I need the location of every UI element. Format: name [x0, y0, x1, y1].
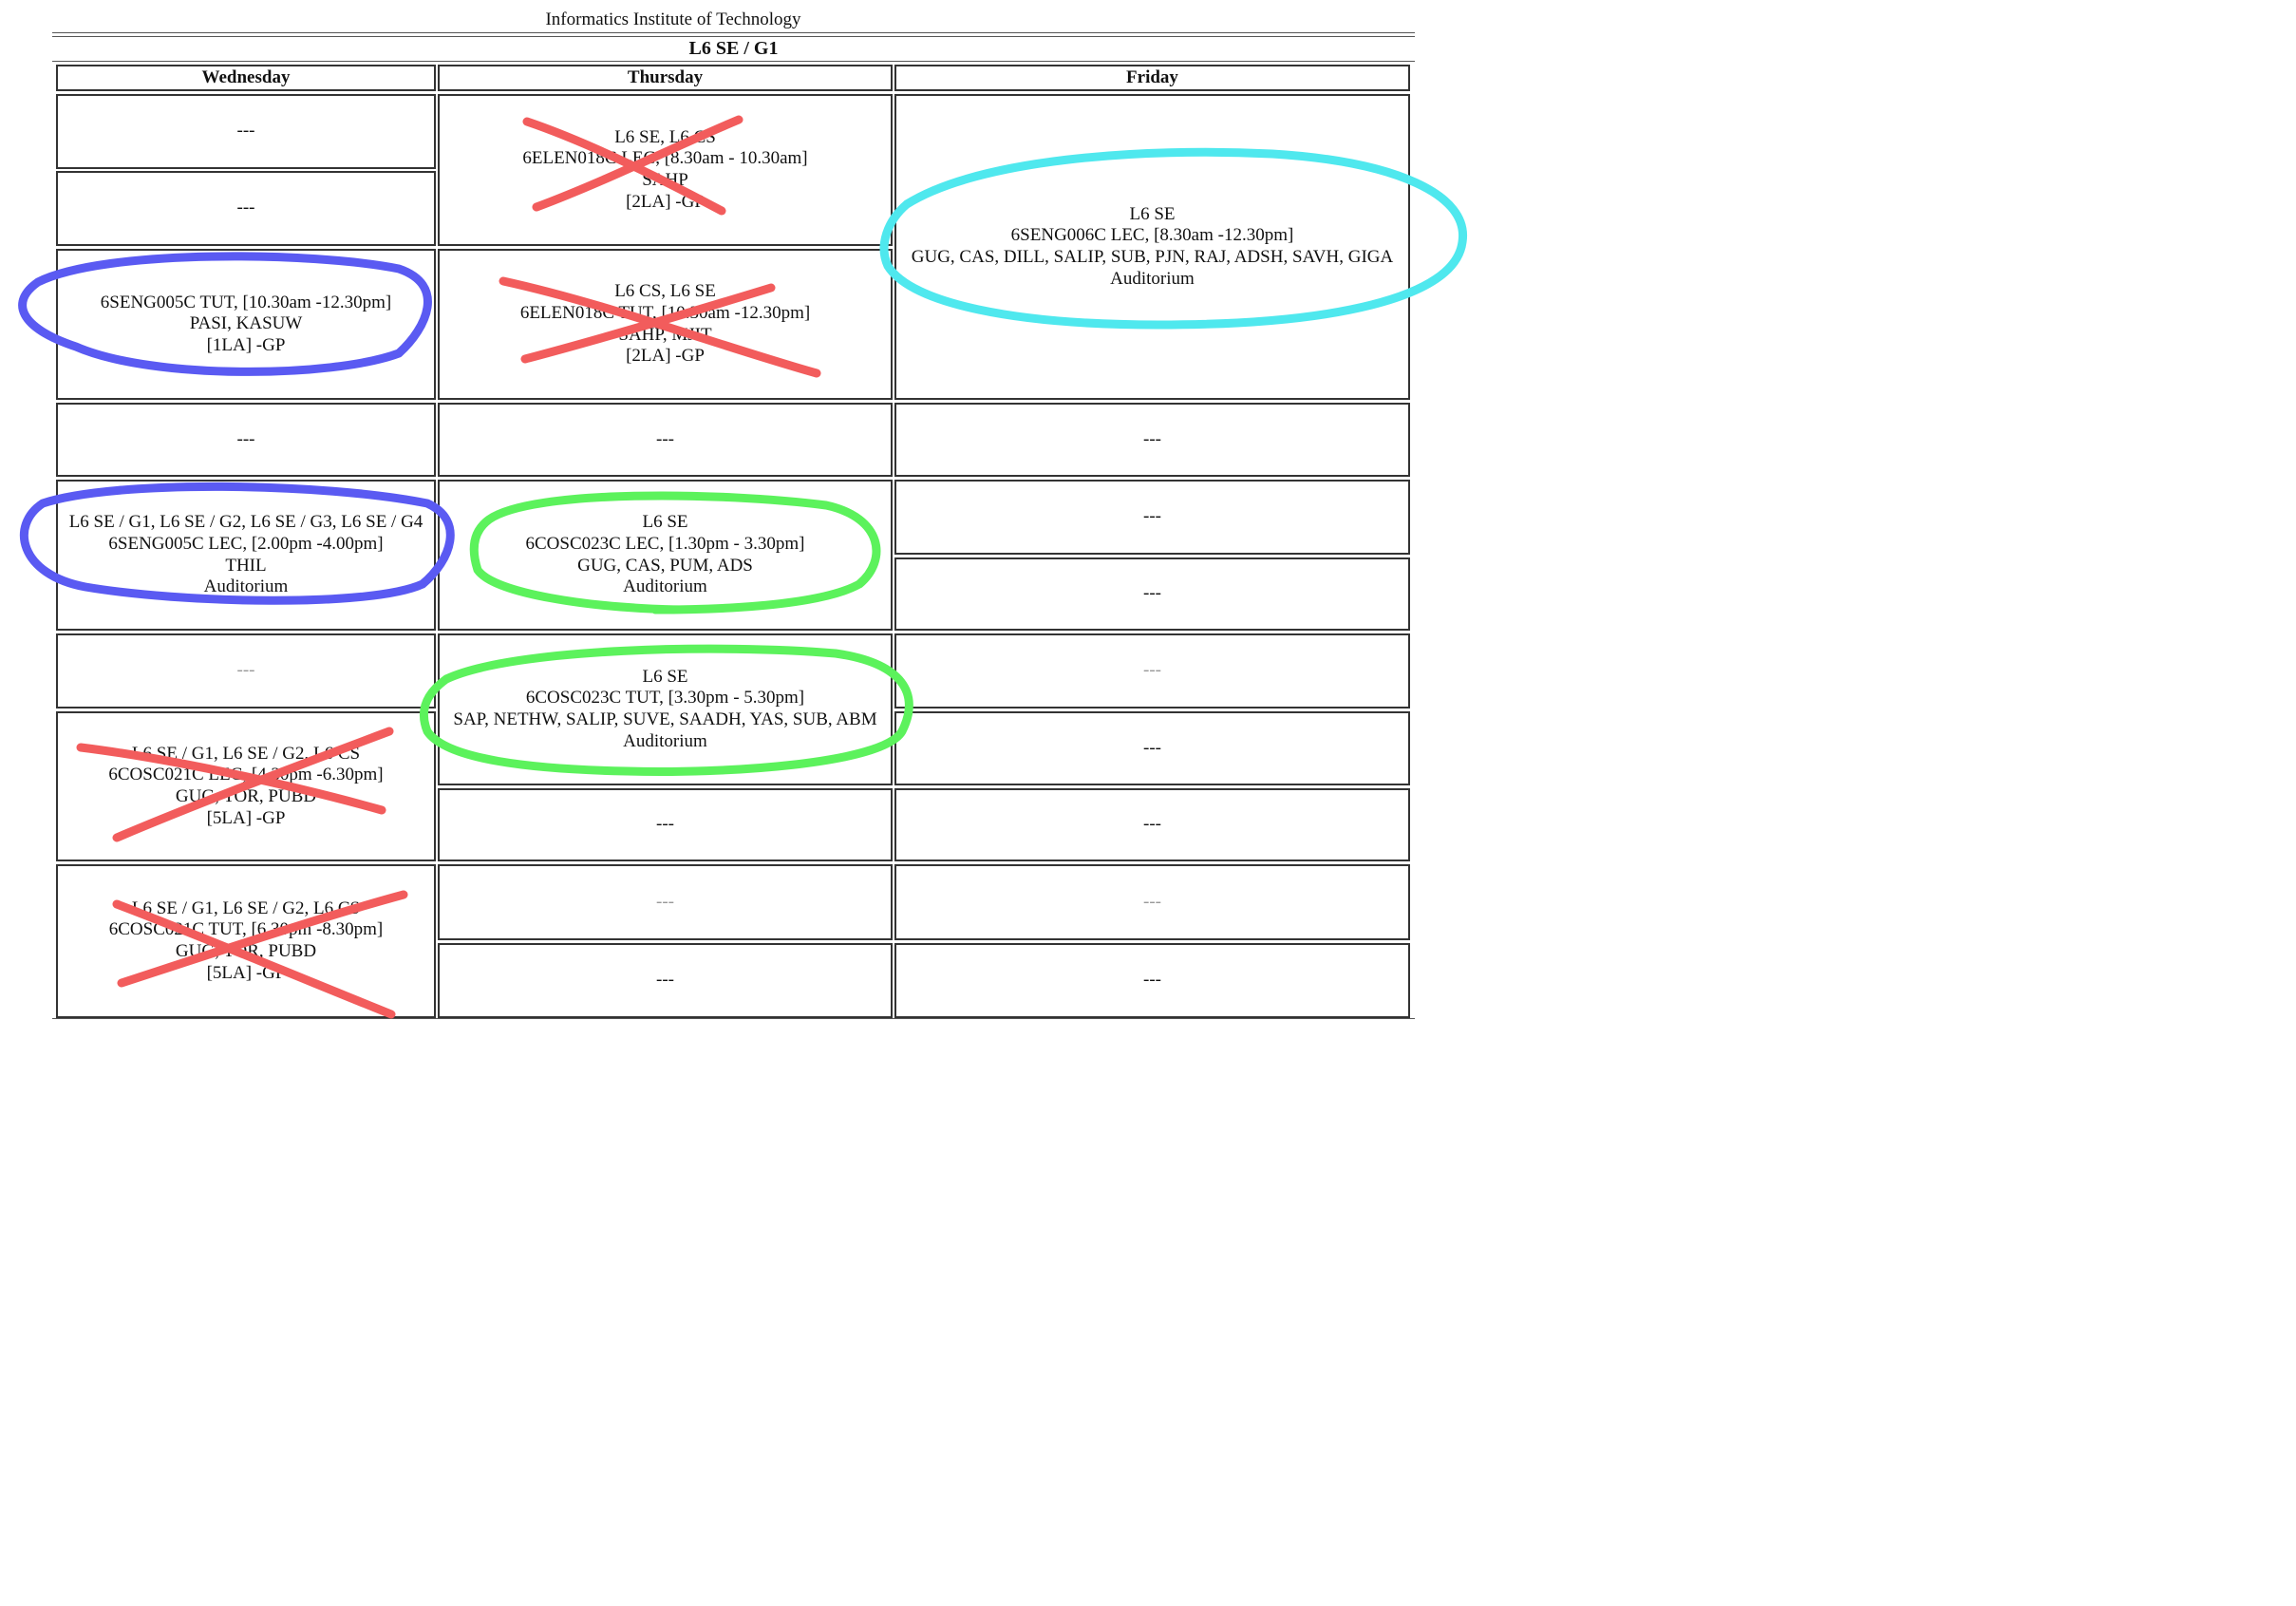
empty-slot-text: --- — [656, 891, 674, 912]
fri-seng006c-lec: L6 SE 6SENG006C LEC, [8.30am -12.30pm] G… — [894, 94, 1410, 400]
empty-slot-text: --- — [1143, 737, 1161, 758]
thu-slot-8: --- — [438, 943, 893, 1018]
groups-line: L6 SE — [642, 512, 688, 533]
module-line: 6ELEN018C TUT, [10.30am -12.30pm] — [519, 302, 811, 323]
wed-seng005c-tut: 6SENG005C TUT, [10.30am -12.30pm] PASI, … — [56, 249, 436, 400]
empty-slot-text: --- — [1143, 814, 1161, 835]
empty-slot-text: --- — [1143, 583, 1161, 604]
groups-line: L6 SE, L6 CS — [614, 126, 716, 147]
thu-slot-6: --- — [438, 788, 893, 861]
room-line: Auditorium — [1110, 268, 1195, 289]
room-line: [2LA] -GP — [626, 191, 705, 212]
module-line: 6SENG005C TUT, [10.30am -12.30pm] — [100, 292, 392, 312]
empty-slot-text: --- — [656, 428, 674, 449]
fri-slot-3: --- — [894, 480, 1410, 555]
header-rule-top-2 — [52, 36, 1415, 37]
empty-slot-text: --- — [236, 660, 255, 681]
module-line: 6SENG006C LEC, [8.30am -12.30pm] — [1010, 225, 1294, 246]
module-line: 6COSC021C TUT, [6.30pm -8.30pm] — [108, 919, 384, 940]
fri-slot-8: --- — [894, 864, 1410, 940]
wed-slot-4: --- — [56, 403, 436, 477]
header-wednesday: Wednesday — [56, 65, 436, 91]
lecturers-line: PASI, KASUW — [189, 313, 303, 334]
lecturers-line: GUG, TOR, PUBD — [175, 941, 317, 961]
lecturers-line: GUG, TOR, PUBD — [175, 786, 317, 806]
empty-slot-text: --- — [236, 121, 255, 142]
lecturers-line: GUG, CAS, DILL, SALIP, SUB, PJN, RAJ, AD… — [911, 247, 1394, 267]
institute-title: Informatics Institute of Technology — [545, 9, 801, 29]
room-line: Auditorium — [203, 576, 289, 597]
header-rule-top — [52, 32, 1415, 33]
module-line: 6COSC023C TUT, [3.30pm - 5.30pm] — [525, 688, 805, 709]
thu-slot-7: --- — [438, 864, 893, 940]
thu-elen018c-tut: L6 CS, L6 SE 6ELEN018C TUT, [10.30am -12… — [438, 249, 893, 400]
empty-slot-text: --- — [236, 428, 255, 449]
wed-cosc021c-lec: L6 SE / G1, L6 SE / G2, L6 CS 6COSC021C … — [56, 711, 436, 861]
module-line: 6ELEN018C LEC, [8.30am - 10.30am] — [522, 148, 808, 169]
lecturers-line: SAHP, MJIT — [618, 324, 712, 345]
wed-seng005c-lec: L6 SE / G1, L6 SE / G2, L6 SE / G3, L6 S… — [56, 480, 436, 631]
groups-line: L6 SE — [1129, 203, 1176, 224]
empty-slot-text: --- — [1143, 506, 1161, 527]
wed-cosc021c-tut: L6 SE / G1, L6 SE / G2, L6 CS 6COSC021C … — [56, 864, 436, 1018]
group-title: L6 SE / G1 — [688, 38, 779, 59]
thu-slot-3: --- — [438, 403, 893, 477]
lecturers-line: GUG, CAS, PUM, ADS — [577, 555, 753, 576]
fri-slot-7: --- — [894, 788, 1410, 861]
fri-slot-5: --- — [894, 633, 1410, 709]
empty-slot-text: --- — [1143, 891, 1161, 912]
lecturers-line: SAP, NETHW, SALIP, SUVE, SAADH, YAS, SUB… — [453, 709, 877, 729]
room-line: Auditorium — [623, 576, 707, 597]
lecturers-line: SAHP — [642, 170, 688, 190]
fri-slot-9: --- — [894, 943, 1410, 1018]
groups-line: L6 SE / G1, L6 SE / G2, L6 CS — [131, 743, 361, 764]
room-line: [1LA] -GP — [206, 334, 286, 355]
lecturers-line: THIL — [225, 555, 267, 576]
fri-slot-4: --- — [894, 557, 1410, 631]
table-rule-top — [52, 61, 1415, 62]
groups-line: L6 SE — [642, 666, 688, 687]
wed-slot-1: --- — [56, 94, 436, 169]
room-line: [2LA] -GP — [626, 346, 705, 367]
groups-line: L6 CS, L6 SE — [614, 281, 716, 302]
fri-slot-6: --- — [894, 711, 1410, 785]
empty-slot-text: --- — [656, 814, 674, 835]
wed-slot-2: --- — [56, 171, 436, 246]
room-line: Auditorium — [623, 730, 707, 751]
empty-slot-text: --- — [1143, 428, 1161, 449]
groups-line: L6 SE / G1, L6 SE / G2, L6 SE / G3, L6 S… — [68, 512, 423, 533]
thu-cosc023c-lec: L6 SE 6COSC023C LEC, [1.30pm - 3.30pm] G… — [438, 480, 893, 631]
module-line: 6SENG005C LEC, [2.00pm -4.00pm] — [108, 533, 384, 554]
thu-cosc023c-tut: L6 SE 6COSC023C TUT, [3.30pm - 5.30pm] S… — [438, 633, 893, 785]
module-line: 6COSC021C LEC, [4.30pm -6.30pm] — [108, 765, 384, 785]
empty-slot-text: --- — [236, 198, 255, 218]
table-rule-bottom — [52, 1018, 1415, 1019]
empty-slot-text: --- — [1143, 970, 1161, 991]
wed-slot-6: --- — [56, 633, 436, 709]
fri-slot-2: --- — [894, 403, 1410, 477]
thu-elen018c-lec: L6 SE, L6 CS 6ELEN018C LEC, [8.30am - 10… — [438, 94, 893, 246]
groups-line: L6 SE / G1, L6 SE / G2, L6 CS — [131, 897, 361, 918]
header-thursday: Thursday — [438, 65, 893, 91]
room-line: [5LA] -GP — [206, 962, 286, 983]
header-friday: Friday — [894, 65, 1410, 91]
empty-slot-text: --- — [656, 970, 674, 991]
module-line: 6COSC023C LEC, [1.30pm - 3.30pm] — [525, 533, 805, 554]
empty-slot-text: --- — [1143, 660, 1161, 681]
room-line: [5LA] -GP — [206, 807, 286, 828]
